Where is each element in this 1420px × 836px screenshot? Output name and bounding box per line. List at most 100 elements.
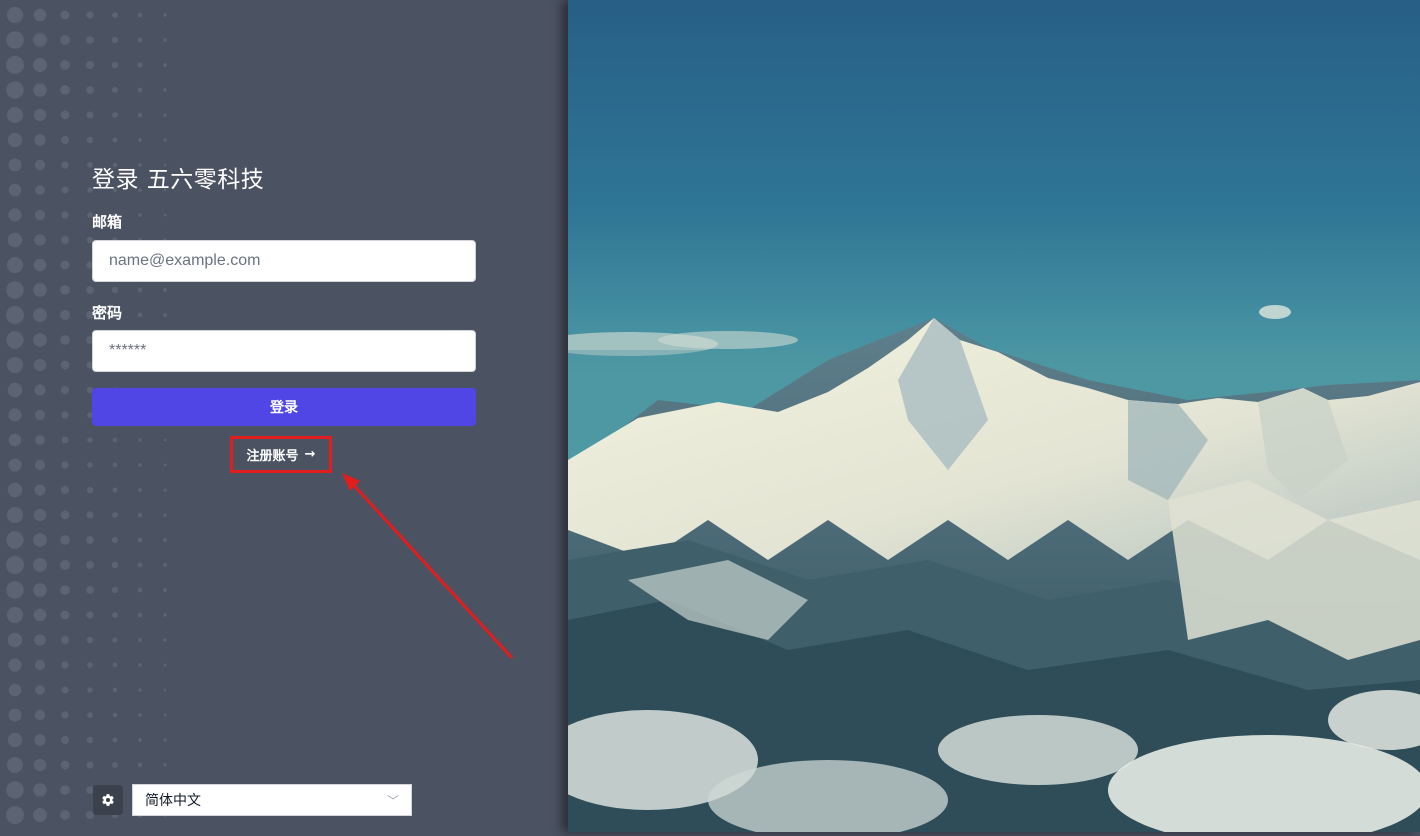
password-label: 密码 bbox=[92, 304, 123, 322]
pattern-dot bbox=[35, 435, 45, 445]
pattern-dot bbox=[163, 38, 167, 42]
pattern-dot bbox=[60, 360, 70, 370]
pattern-dot bbox=[137, 87, 143, 93]
pattern-dot bbox=[6, 256, 24, 274]
pattern-dot bbox=[163, 13, 167, 17]
pattern-dot bbox=[60, 760, 70, 770]
pattern-dot bbox=[6, 81, 24, 99]
pattern-dot bbox=[112, 687, 118, 693]
pattern-dot bbox=[112, 737, 118, 743]
pattern-dot bbox=[86, 736, 94, 744]
pattern-dot bbox=[6, 581, 24, 599]
pattern-dot bbox=[6, 306, 24, 324]
pattern-dot bbox=[8, 658, 22, 672]
pattern-dot bbox=[86, 11, 94, 19]
language-select[interactable]: 简体中文 ﹀ bbox=[132, 784, 412, 816]
pattern-dot bbox=[6, 781, 24, 799]
pattern-dot bbox=[138, 463, 142, 467]
settings-button[interactable] bbox=[93, 785, 123, 815]
pattern-dot bbox=[163, 63, 167, 67]
pattern-dot bbox=[111, 86, 119, 94]
pattern-dot bbox=[8, 433, 22, 447]
pattern-dot bbox=[86, 536, 94, 544]
pattern-dot bbox=[34, 234, 46, 246]
email-label: 邮箱 bbox=[92, 213, 123, 231]
pattern-dot bbox=[6, 506, 24, 524]
pattern-dot bbox=[33, 33, 47, 47]
pattern-dot bbox=[33, 508, 47, 522]
pattern-dot bbox=[86, 761, 94, 769]
pattern-dot bbox=[163, 513, 167, 517]
pattern-dot bbox=[112, 637, 118, 643]
pattern-dot bbox=[138, 688, 142, 692]
pattern-dot bbox=[61, 661, 69, 669]
pattern-dot bbox=[33, 308, 47, 322]
pattern-dot bbox=[86, 511, 94, 519]
language-value: 简体中文 bbox=[145, 793, 201, 809]
pattern-dot bbox=[6, 56, 24, 74]
pattern-dot bbox=[163, 138, 167, 142]
pattern-dot bbox=[60, 10, 70, 20]
pattern-dot bbox=[35, 185, 45, 195]
pattern-dot bbox=[60, 610, 70, 620]
register-link[interactable]: 注册账号 → bbox=[230, 436, 332, 473]
pattern-dot bbox=[112, 712, 118, 718]
pattern-dot bbox=[163, 638, 167, 642]
pattern-dot bbox=[6, 606, 24, 624]
pattern-dot bbox=[33, 258, 47, 272]
pattern-dot bbox=[138, 438, 142, 442]
pattern-dot bbox=[137, 537, 143, 543]
pattern-dot bbox=[111, 561, 119, 569]
login-button[interactable]: 登录 bbox=[92, 388, 476, 426]
pattern-dot bbox=[163, 613, 167, 617]
pattern-dot bbox=[86, 486, 94, 494]
pattern-dot bbox=[33, 583, 47, 597]
pattern-dot bbox=[137, 487, 143, 493]
annotation-arrow bbox=[342, 473, 514, 660]
pattern-dot bbox=[34, 134, 46, 146]
pattern-dot bbox=[60, 535, 70, 545]
pattern-dot bbox=[8, 183, 22, 197]
pattern-dot bbox=[61, 161, 69, 169]
pattern-dot bbox=[33, 783, 47, 797]
pattern-dot bbox=[112, 137, 118, 143]
pattern-dot bbox=[86, 61, 94, 69]
pattern-dot bbox=[6, 106, 24, 124]
pattern-dot bbox=[60, 85, 70, 95]
pattern-dot bbox=[163, 463, 167, 467]
pattern-dot bbox=[34, 459, 46, 471]
pattern-dot bbox=[137, 62, 143, 68]
pattern-dot bbox=[34, 734, 46, 746]
pattern-dot bbox=[163, 313, 167, 317]
pattern-dot bbox=[87, 712, 93, 718]
pattern-dot bbox=[112, 762, 118, 768]
pattern-dot bbox=[33, 808, 47, 822]
email-field[interactable] bbox=[92, 240, 476, 282]
pattern-dot bbox=[60, 510, 70, 520]
pattern-dot bbox=[163, 88, 167, 92]
pattern-dot bbox=[34, 209, 46, 221]
pattern-dot bbox=[61, 411, 69, 419]
pattern-dot bbox=[86, 136, 94, 144]
pattern-dot bbox=[61, 186, 69, 194]
mountain-image bbox=[538, 0, 1420, 836]
pattern-dot bbox=[7, 132, 23, 148]
pattern-dot bbox=[138, 138, 142, 142]
pattern-dot bbox=[87, 662, 93, 668]
pattern-dot bbox=[60, 385, 70, 395]
pattern-dot bbox=[163, 763, 167, 767]
pattern-dot bbox=[60, 485, 70, 495]
pattern-dot bbox=[8, 458, 22, 472]
pattern-dot bbox=[137, 612, 143, 618]
pattern-dot bbox=[60, 285, 70, 295]
pattern-dot bbox=[34, 484, 46, 496]
pattern-dot bbox=[112, 487, 118, 493]
pattern-dot bbox=[137, 512, 143, 518]
pattern-dot bbox=[61, 211, 69, 219]
password-field[interactable] bbox=[92, 330, 476, 372]
pattern-dot bbox=[87, 462, 93, 468]
pattern-dot bbox=[163, 663, 167, 667]
mountain-illustration bbox=[538, 0, 1420, 836]
pattern-dot bbox=[60, 560, 70, 570]
pattern-dot bbox=[163, 563, 167, 567]
